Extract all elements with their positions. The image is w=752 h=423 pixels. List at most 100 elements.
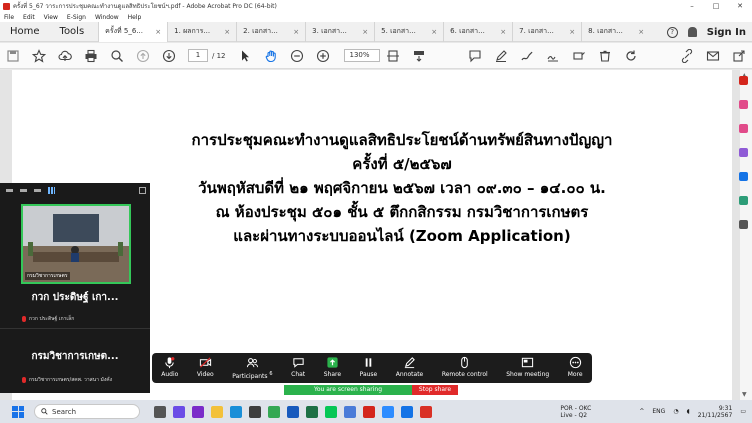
annotate-button[interactable]: Annotate	[396, 356, 423, 378]
create-pdf-icon[interactable]	[738, 100, 748, 109]
edge-icon[interactable]	[230, 405, 242, 418]
participants-button[interactable]: Participants 6	[232, 356, 273, 380]
page-up-icon[interactable]	[130, 43, 156, 69]
doc-tab-2[interactable]: 2. เอกสา... ×	[236, 21, 305, 42]
scroll-mode-icon[interactable]	[406, 43, 432, 69]
maximize-button[interactable]: □	[704, 0, 728, 12]
acrobat-taskbar-icon[interactable]	[363, 405, 375, 418]
close-tab-icon[interactable]: ×	[638, 28, 644, 36]
audio-button[interactable]: Audio	[161, 356, 178, 378]
share-button[interactable]: Share	[324, 356, 341, 378]
collapse-icon[interactable]	[6, 188, 13, 192]
zoom-out-icon[interactable]	[284, 43, 310, 69]
more-tools-icon[interactable]	[738, 220, 748, 229]
remote-control-button[interactable]: Remote control	[442, 356, 488, 378]
link-attach-icon[interactable]	[674, 43, 700, 69]
menu-view[interactable]: View	[44, 14, 58, 21]
expand-icon[interactable]	[139, 186, 146, 194]
menu-file[interactable]: File	[4, 14, 14, 21]
close-tab-icon[interactable]: ×	[500, 28, 506, 36]
video-button[interactable]: Video	[197, 356, 214, 378]
help-icon[interactable]: ?	[666, 26, 678, 38]
draw-icon[interactable]	[514, 43, 540, 69]
page-number-input[interactable]: 1	[188, 49, 208, 62]
comment-tool-icon[interactable]	[738, 172, 748, 181]
excel-icon[interactable]	[306, 405, 318, 418]
doc-tab-0[interactable]: ครั้งที่ 5_6... ×	[98, 21, 168, 42]
windows-start-icon[interactable]	[12, 405, 24, 418]
sign-in-button[interactable]: Sign In	[707, 27, 746, 38]
doc-tab-5[interactable]: 6. เอกสา... ×	[443, 21, 512, 42]
chat-button[interactable]: Chat	[291, 356, 305, 378]
menu-esign[interactable]: E-Sign	[67, 14, 86, 21]
email-icon[interactable]	[700, 43, 726, 69]
menu-window[interactable]: Window	[95, 14, 119, 21]
minimize-button[interactable]: –	[680, 0, 704, 12]
zoom-app-icon[interactable]	[344, 405, 356, 418]
edit-pdf-icon[interactable]	[738, 124, 748, 133]
tab-tools[interactable]: Tools	[50, 26, 99, 37]
news-widget[interactable]: POR - OKC Live - Q2	[560, 405, 591, 419]
task-view-icon[interactable]	[154, 405, 166, 418]
wifi-icon[interactable]: ◔	[673, 408, 678, 415]
page-down-icon[interactable]	[156, 43, 182, 69]
close-button[interactable]: ✕	[728, 0, 752, 12]
zoom-meeting-icon[interactable]	[382, 405, 394, 418]
doc-tab-7[interactable]: 8. เอกสา... ×	[581, 21, 650, 42]
volume-icon[interactable]: ◖	[687, 408, 690, 415]
doc-tab-4[interactable]: 5. เอกสา... ×	[374, 21, 443, 42]
close-tab-icon[interactable]: ×	[155, 28, 161, 36]
notification-icon[interactable]: ▭	[740, 408, 746, 415]
screen-recorder-icon[interactable]	[420, 405, 432, 418]
line-icon[interactable]	[325, 405, 337, 418]
export-pdf-icon[interactable]	[738, 76, 748, 85]
stamp-icon[interactable]	[566, 43, 592, 69]
close-tab-icon[interactable]: ×	[431, 28, 437, 36]
word-icon[interactable]	[287, 405, 299, 418]
fill-sign-icon[interactable]	[738, 196, 748, 205]
hand-tool-icon[interactable]	[258, 43, 284, 69]
zoom-in-icon[interactable]	[310, 43, 336, 69]
print-icon[interactable]	[78, 43, 104, 69]
highlight-pen-icon[interactable]	[488, 43, 514, 69]
close-tab-icon[interactable]: ×	[224, 28, 230, 36]
zoom-level-select[interactable]: 130%	[343, 49, 380, 62]
active-speaker-video[interactable]: กรมวิชาการเกษตร	[21, 204, 131, 284]
file-explorer-icon[interactable]	[211, 405, 223, 418]
zoom-video-panel[interactable]: กรมวิชาการเกษตร กวก ประดิษฐ์ เกา... กวก …	[0, 183, 150, 393]
show-meeting-button[interactable]: Show meeting	[506, 356, 549, 378]
pause-button[interactable]: Pause	[360, 356, 377, 378]
close-tab-icon[interactable]: ×	[569, 28, 575, 36]
more-button[interactable]: More	[568, 356, 583, 378]
clock[interactable]: 9:31 21/11/2567	[698, 405, 733, 419]
outlook-icon[interactable]	[401, 405, 413, 418]
close-tab-icon[interactable]: ×	[293, 28, 299, 36]
single-view-icon[interactable]	[20, 188, 27, 192]
store-icon[interactable]	[249, 405, 261, 418]
comment-icon[interactable]	[462, 43, 488, 69]
strip-view-icon[interactable]	[34, 188, 41, 192]
tab-home[interactable]: Home	[0, 26, 50, 37]
copilot-icon[interactable]	[173, 405, 185, 418]
rotate-icon[interactable]	[618, 43, 644, 69]
teams-icon[interactable]	[192, 405, 204, 418]
menu-help[interactable]: Help	[128, 14, 142, 21]
cloud-upload-icon[interactable]	[52, 43, 78, 69]
doc-tab-1[interactable]: 1. ผลการ... ×	[167, 21, 236, 42]
tray-overflow-icon[interactable]: ^	[639, 408, 644, 415]
gallery-view-icon[interactable]	[48, 186, 55, 194]
sign-icon[interactable]	[540, 43, 566, 69]
language-indicator[interactable]: ENG	[652, 408, 665, 415]
chrome-icon[interactable]	[268, 405, 280, 418]
notification-bell-icon[interactable]	[687, 27, 697, 37]
menu-edit[interactable]: Edit	[23, 14, 35, 21]
close-tab-icon[interactable]: ×	[362, 28, 368, 36]
doc-tab-3[interactable]: 3. เอกสา... ×	[305, 21, 374, 42]
doc-tab-6[interactable]: 7. เอกสา... ×	[512, 21, 581, 42]
stop-share-button[interactable]: Stop share	[412, 385, 458, 395]
fit-page-icon[interactable]	[380, 43, 406, 69]
zoom-search-icon[interactable]	[104, 43, 130, 69]
bookmark-star-icon[interactable]	[26, 43, 52, 69]
scroll-down-icon[interactable]: ▼	[742, 391, 747, 398]
organize-pages-icon[interactable]	[738, 148, 748, 157]
